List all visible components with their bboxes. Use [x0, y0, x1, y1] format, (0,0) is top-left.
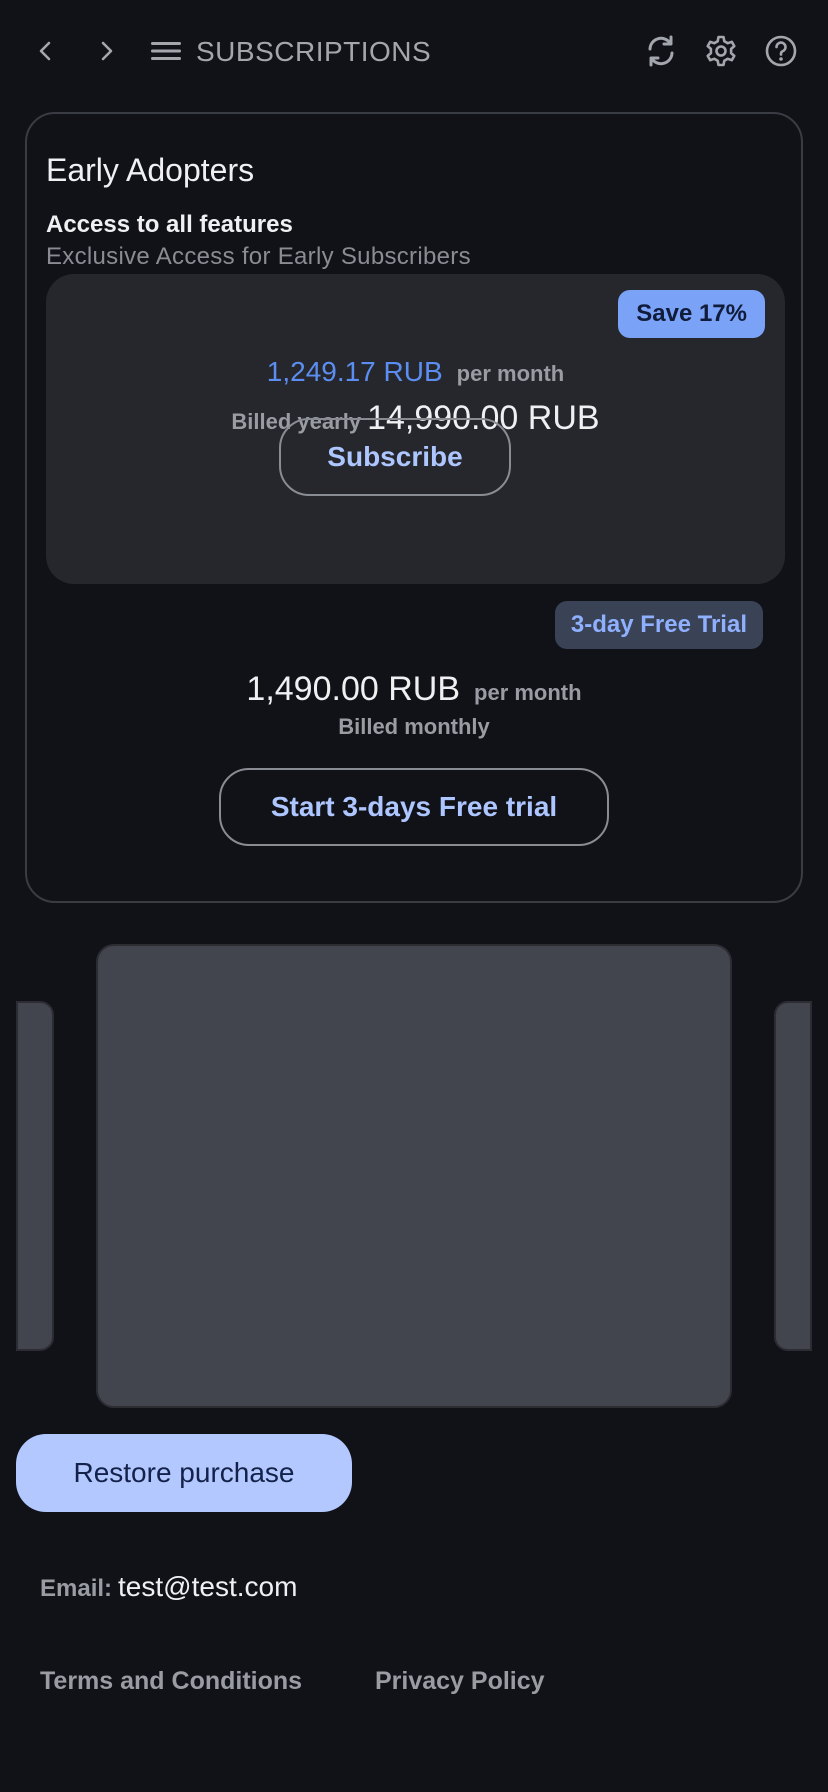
chevron-left-icon	[39, 41, 51, 61]
forward-button[interactable]	[84, 29, 128, 73]
per-month-label: per month	[474, 680, 582, 705]
settings-button[interactable]	[699, 29, 743, 73]
plan-description: Exclusive Access for Early Subscribers	[46, 243, 471, 270]
email-label: Email:	[40, 1575, 113, 1602]
yearly-price-row: 1,249.17 RUB per month	[46, 352, 785, 397]
gear-icon	[706, 35, 736, 67]
refresh-icon	[648, 35, 674, 67]
carousel-current-slide[interactable]	[96, 944, 732, 1408]
subscribe-button[interactable]: Subscribe	[279, 418, 511, 496]
start-free-trial-button[interactable]: Start 3-days Free trial	[219, 768, 609, 846]
menu-button[interactable]	[144, 29, 188, 73]
plan-card: Early Adopters Access to all features Ex…	[25, 112, 803, 903]
email-value: test@test.com	[118, 1571, 298, 1602]
carousel-next-slide[interactable]	[774, 1001, 812, 1351]
save-badge: Save 17%	[618, 290, 765, 338]
free-trial-badge: 3-day Free Trial	[554, 601, 763, 649]
top-bar: SUBSCRIPTIONS	[0, 0, 828, 104]
help-circle-icon	[765, 35, 797, 67]
yearly-monthly-price: 1,249.17 RUB	[266, 356, 443, 387]
restore-purchase-button[interactable]: Restore purchase	[16, 1434, 352, 1512]
refresh-button[interactable]	[639, 29, 683, 73]
per-month-label: per month	[456, 361, 565, 386]
terms-link[interactable]: Terms and Conditions	[40, 1664, 302, 1698]
plan-title: Early Adopters	[46, 152, 255, 188]
plan-subtitle: Access to all features	[46, 211, 293, 238]
chevron-right-icon	[101, 41, 113, 61]
page-title: SUBSCRIPTIONS	[196, 36, 432, 67]
help-button[interactable]	[759, 29, 803, 73]
hamburger-menu-icon	[151, 42, 181, 60]
monthly-price: 1,490.00 RUB	[246, 670, 461, 708]
billed-monthly-label: Billed monthly	[338, 714, 490, 739]
email-row: Email: test@test.com	[40, 1568, 297, 1611]
privacy-link[interactable]: Privacy Policy	[375, 1664, 545, 1698]
back-button[interactable]	[24, 29, 68, 73]
carousel-prev-slide[interactable]	[16, 1001, 54, 1351]
